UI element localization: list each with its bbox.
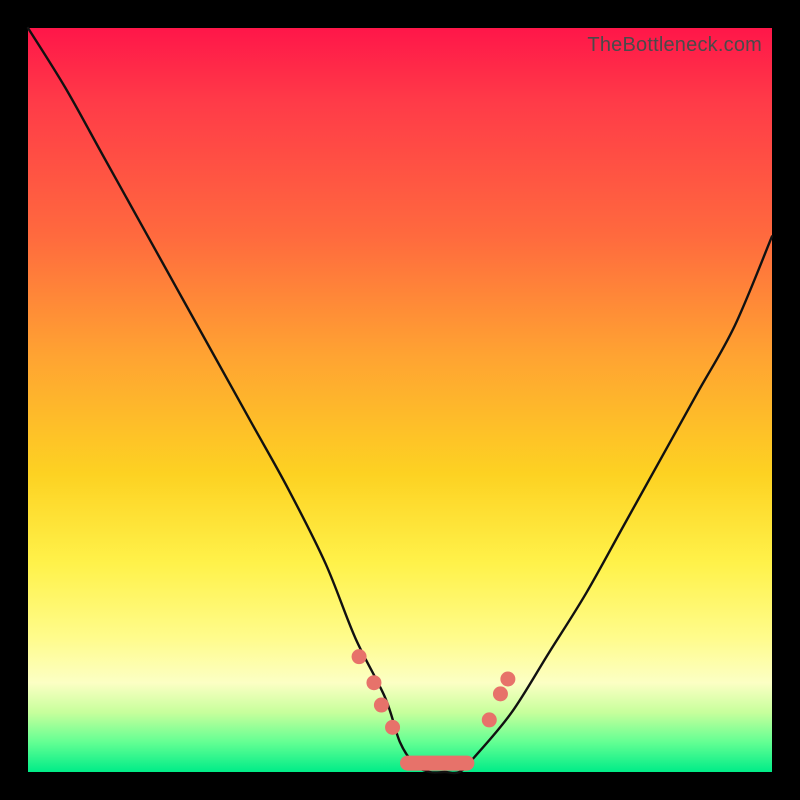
curve-line [28,28,772,773]
curve-markers [352,649,516,770]
bottleneck-curve [28,28,772,772]
curve-marker [493,686,508,701]
chart-frame: TheBottleneck.com [0,0,800,800]
curve-marker [374,698,389,713]
curve-marker [366,675,381,690]
curve-marker [385,720,400,735]
curve-marker [482,712,497,727]
trough-marker-bar [400,756,474,771]
curve-marker [500,672,515,687]
curve-marker [352,649,367,664]
plot-area: TheBottleneck.com [28,28,772,772]
